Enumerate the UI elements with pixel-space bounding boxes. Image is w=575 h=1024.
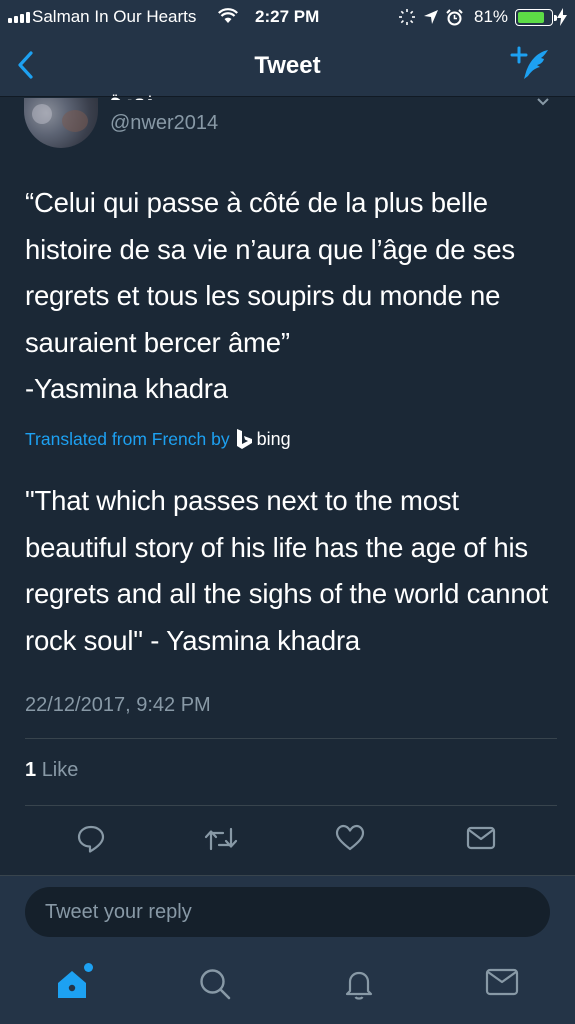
- brightness-icon: [398, 8, 416, 31]
- compose-tweet-icon[interactable]: [510, 46, 552, 87]
- battery-icon: [515, 9, 557, 26]
- translated-label[interactable]: Translated from French by: [25, 429, 230, 450]
- notifications-icon[interactable]: [342, 967, 376, 1006]
- retweet-icon[interactable]: [203, 824, 239, 859]
- tweet-timestamp: 22/12/2017, 9:42 PM: [25, 694, 211, 716]
- translated-text: "That which passes next to the most beau…: [25, 485, 548, 656]
- tab-bar: [0, 947, 575, 1024]
- like-count-label: Like: [41, 759, 79, 781]
- reply-input[interactable]: Tweet your reply: [25, 887, 550, 937]
- alarm-icon: [446, 8, 463, 31]
- avatar[interactable]: [24, 98, 98, 148]
- translator-name: bing: [256, 428, 291, 449]
- reply-bar: Tweet your reply: [0, 875, 575, 947]
- author-handle[interactable]: @nwer2014: [110, 112, 218, 135]
- battery-percent: 81%: [474, 7, 509, 26]
- like-count[interactable]: 1 Like: [25, 759, 78, 782]
- messages-icon[interactable]: [485, 967, 519, 1002]
- divider: [25, 738, 557, 739]
- page-title: Tweet: [254, 52, 321, 79]
- divider: [25, 805, 557, 806]
- share-icon[interactable]: [466, 824, 496, 857]
- bing-icon: [236, 429, 252, 449]
- carrier-name: Salman In Our Hearts: [32, 7, 197, 26]
- charging-icon: [557, 8, 567, 31]
- search-icon[interactable]: [198, 967, 232, 1006]
- like-count-number: 1: [25, 759, 37, 781]
- wifi-icon: [218, 8, 238, 29]
- author-name[interactable]: نورة: [110, 86, 153, 100]
- navigation-bar: Tweet: [0, 34, 575, 97]
- signal-icon: [8, 12, 30, 23]
- notification-dot: [84, 963, 93, 972]
- chevron-down-icon[interactable]: [536, 94, 550, 112]
- bing-logo: bing: [236, 428, 291, 450]
- like-icon[interactable]: [335, 824, 365, 857]
- tweet-text: “Celui qui passe à côté de la plus belle…: [25, 187, 515, 404]
- home-icon[interactable]: [55, 963, 93, 1006]
- status-time: 2:27 PM: [255, 7, 320, 26]
- tweet-actions: [0, 818, 575, 858]
- status-bar: Salman In Our Hearts 2:27 PM 81%: [0, 0, 575, 34]
- reply-icon[interactable]: [76, 824, 106, 859]
- location-icon: [423, 9, 439, 30]
- translation-attribution: Translated from French by bing: [25, 428, 291, 450]
